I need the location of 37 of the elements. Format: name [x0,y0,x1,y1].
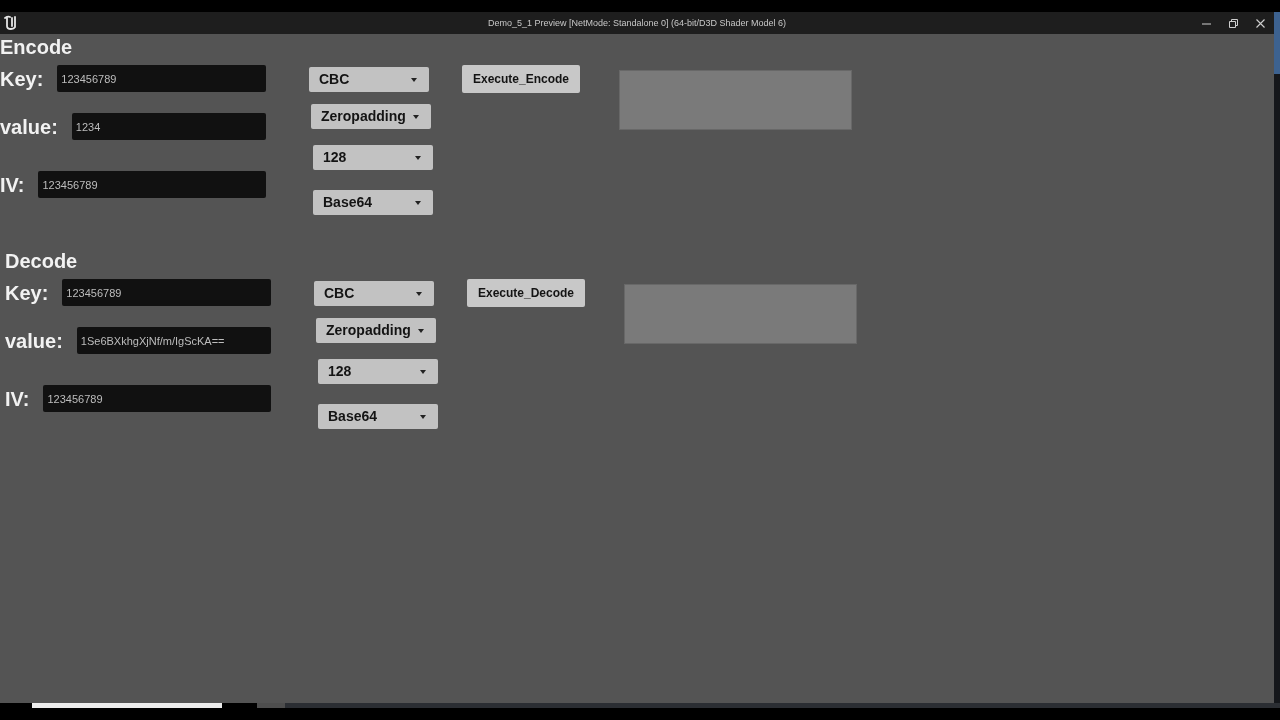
window-title: Demo_5_1 Preview [NetMode: Standalone 0] (64-bit/D3D Shader Model 6) [487,17,787,29]
dropdown[interactable]: 128 [313,145,433,170]
input-field[interactable]: 1234 [71,113,266,140]
caret-icon [411,77,417,82]
caret-icon [415,200,421,205]
restore-icon[interactable] [1229,18,1238,28]
field-label: value: [5,328,63,353]
field-label: Key: [5,280,49,305]
input-field[interactable]: 123456789 [62,279,271,306]
dropdown[interactable]: CBC [309,67,429,92]
caret-icon [420,369,426,374]
dropdown[interactable]: Base64 [318,404,438,429]
caret-icon [415,155,421,160]
field-label: Key: [0,66,44,91]
dropdown[interactable]: Zeropadding [316,318,436,343]
input-field[interactable]: 123456789 [57,65,266,92]
field-label: IV: [5,386,30,411]
logo-icon [4,15,18,31]
caret-icon [413,114,419,119]
field-label: value: [0,114,58,139]
input-field[interactable]: 1Se6BXkhgXjNf/m/IgScKA== [76,327,271,354]
section-heading: Decode [5,250,78,272]
execute-button[interactable]: Execute_Decode [467,279,585,307]
input-field[interactable]: 123456789 [43,385,271,412]
section-heading: Encode [0,36,73,58]
dropdown[interactable]: Base64 [313,190,433,215]
execute-button[interactable]: Execute_Encode [462,65,580,93]
scroll-thumb[interactable] [257,703,285,708]
caret-icon [416,291,422,296]
field-label: IV: [0,172,25,197]
caret-icon [420,414,426,419]
dropdown[interactable]: 128 [318,359,438,384]
dropdown[interactable]: CBC [314,281,434,306]
caret-icon [418,328,424,333]
dropdown[interactable]: Zeropadding [311,104,431,129]
input-field[interactable]: 123456789 [38,171,266,198]
close-icon[interactable] [1256,18,1265,28]
